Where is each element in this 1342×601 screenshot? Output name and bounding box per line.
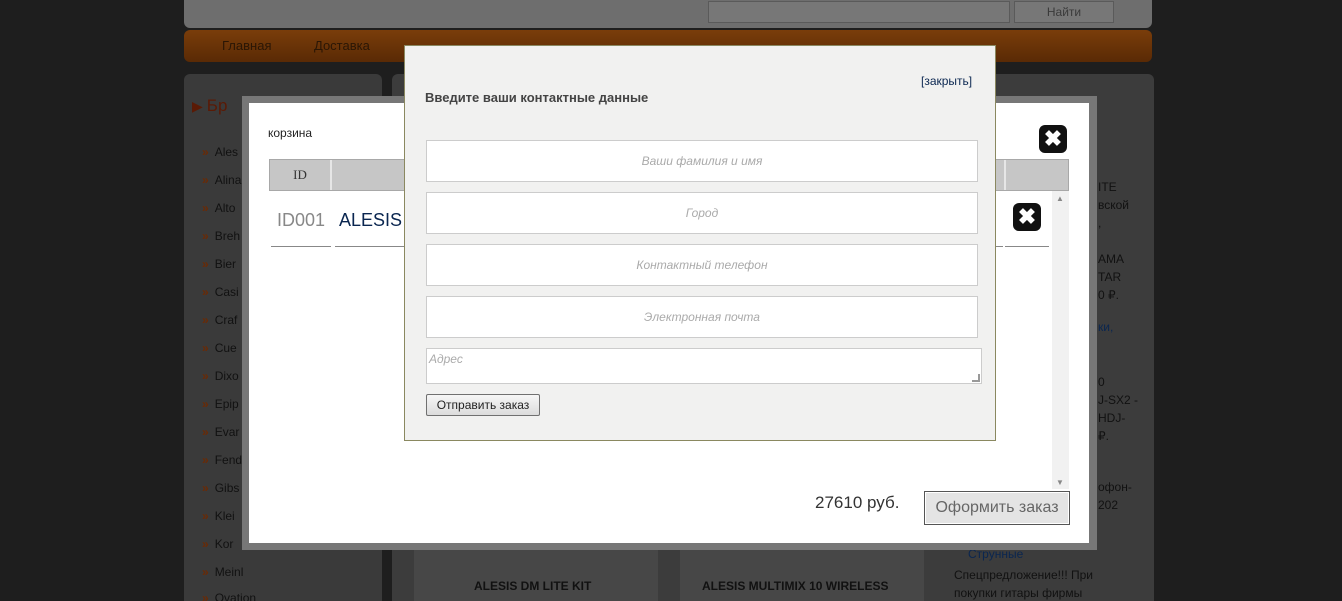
column-header-id: ID [270,160,332,190]
promo-text: покупки гитары фирмы [954,586,1083,600]
search-button[interactable]: Найти [1014,1,1114,23]
right-column-text: ₽. [1098,429,1109,443]
close-link[interactable]: [закрыть] [921,74,972,88]
cart-title: корзина [268,126,313,140]
name-field[interactable]: Ваши фамилия и имя [426,140,978,182]
chevron-right-icon: » [202,565,209,579]
product-name[interactable]: ALESIS MULTIMIX 10 WIRELESS [702,579,888,593]
phone-field[interactable]: Контактный телефон [426,244,978,286]
chevron-right-icon: » [202,145,209,159]
right-column-text: J-SX2 - [1098,393,1139,407]
scroll-up-icon[interactable]: ▲ [1056,194,1064,203]
chevron-right-icon: » [202,173,209,187]
contact-dialog: [закрыть] Введите ваши контактные данные… [404,45,996,441]
checkout-button[interactable]: Оформить заказ [924,491,1070,525]
city-field[interactable]: Город [426,192,978,234]
brand-link[interactable]: » Gibs [202,481,239,495]
brand-link[interactable]: » Meinl [202,565,243,579]
brand-link[interactable]: » Breh [202,229,240,243]
brand-link[interactable]: » Casi [202,285,239,299]
brand-link[interactable]: » Craf [202,313,237,327]
chevron-right-icon: » [202,285,209,299]
scroll-down-icon[interactable]: ▼ [1056,478,1064,487]
brand-link[interactable]: » Evar [202,425,239,439]
chevron-right-icon: » [202,453,209,467]
address-field[interactable]: Адрес [426,348,982,384]
chevron-right-icon: » [202,425,209,439]
chevron-right-icon: » [202,257,209,271]
brand-link[interactable]: » Ales [202,145,238,159]
chevron-right-icon: » [202,591,209,601]
chevron-right-icon: » [202,509,209,523]
remove-item-icon[interactable]: ✖ [1013,203,1041,231]
right-column-text: , [1098,216,1102,230]
right-column-text: AMA [1098,252,1125,266]
product-name[interactable]: ALESIS DM LITE KIT [474,579,591,593]
email-field[interactable]: Электронная почта [426,296,978,338]
search-input[interactable] [708,1,1010,23]
right-column-text: офон- [1098,480,1132,494]
right-column-text: вской [1098,198,1130,212]
chevron-right-icon: » [202,201,209,215]
nav-item-home[interactable]: Главная [222,38,271,53]
brand-link[interactable]: » Epip [202,397,239,411]
item-id: ID001 [271,199,331,247]
chevron-right-icon: » [202,537,209,551]
right-column-text: HDJ- [1098,411,1126,425]
top-bar: Найти [184,0,1152,28]
arrow-right-icon: ▶ [192,98,203,114]
brand-link[interactable]: » Ovation [202,591,256,601]
brand-link[interactable]: » Alto [202,201,235,215]
item-name[interactable]: ALESIS [335,199,410,247]
dialog-title: Введите ваши контактные данные [425,90,649,105]
right-column-link[interactable]: ки, [1098,318,1113,336]
brand-link[interactable]: » Bier [202,257,236,271]
brand-link[interactable]: » Klei [202,509,235,523]
brand-link[interactable]: » Dixo [202,369,239,383]
sidebar-title: ▶ Бр [192,96,228,115]
column-header [1008,160,1068,190]
right-column-text: 0 [1098,375,1105,389]
right-column-text: ITE [1098,180,1117,194]
close-icon[interactable]: ✖ [1039,125,1067,153]
address-placeholder: Адрес [429,352,463,366]
chevron-right-icon: » [202,229,209,243]
nav-item-delivery[interactable]: Доставка [314,38,370,53]
chevron-right-icon: » [202,313,209,327]
cart-total: 27610 руб. [815,493,900,512]
brand-link[interactable]: » Fend [202,453,242,467]
submit-order-button[interactable]: Отправить заказ [426,394,540,416]
chevron-right-icon: » [202,397,209,411]
right-column-text: TAR [1098,270,1122,284]
cart-scrollbar[interactable]: ▲ ▼ [1052,191,1069,489]
resize-handle-icon[interactable] [972,374,980,382]
chevron-right-icon: » [202,481,209,495]
right-column-text: 0 ₽. [1098,288,1119,302]
right-column-text: 202 [1098,498,1119,512]
brand-link[interactable]: » Kor [202,537,233,551]
promo-text: Спецпредложение!!! При [954,568,1094,582]
brand-link[interactable]: » Alina [202,173,241,187]
brand-link[interactable]: » Cue [202,341,237,355]
chevron-right-icon: » [202,369,209,383]
chevron-right-icon: » [202,341,209,355]
